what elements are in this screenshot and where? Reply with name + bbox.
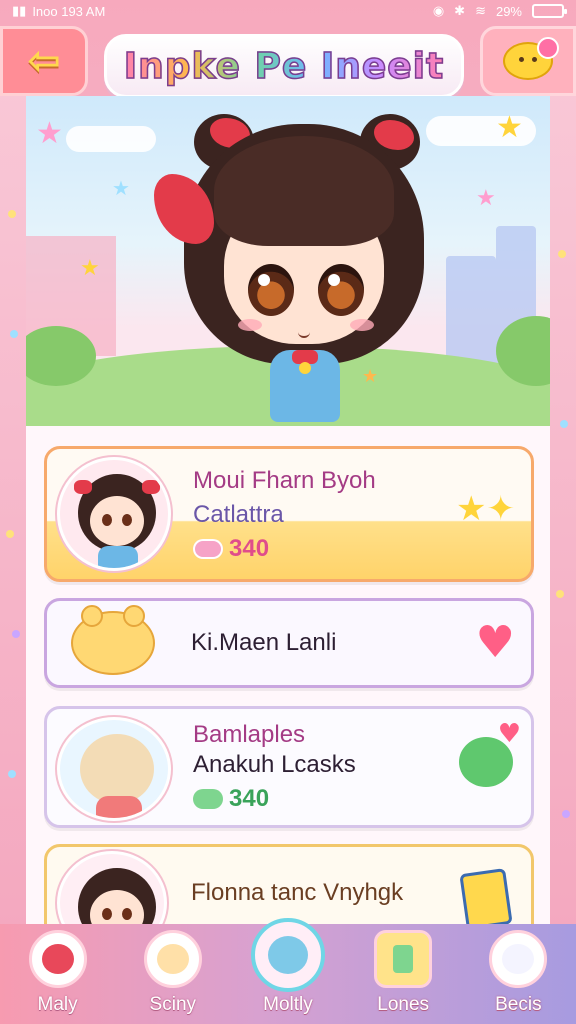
heart-icon: ♥ xyxy=(497,719,521,749)
points-text: 340 xyxy=(229,535,270,562)
decor-dot xyxy=(12,630,20,638)
list-item[interactable]: Moui Fharn Byoh Catlattra 340 ★✦ xyxy=(44,446,534,582)
hero-scene: ★ ★ ★ ★ ★ ★ xyxy=(26,96,550,426)
decor-dot xyxy=(560,420,568,428)
decor-dot xyxy=(562,810,570,818)
arrow-left-icon: ⇦ xyxy=(27,38,61,84)
decor-dot xyxy=(10,330,18,338)
list-item[interactable]: Ki.Maen Lanli ♥ xyxy=(44,598,534,688)
status-time: Inoo 193 AM xyxy=(32,3,106,19)
hamster-avatar xyxy=(71,605,155,675)
heart-icon[interactable]: ♥ xyxy=(476,617,515,668)
star-icon: ★ xyxy=(80,256,100,281)
nav-item-becis[interactable]: Becis xyxy=(468,930,568,1016)
star-icon: ★ xyxy=(36,116,63,151)
chart-icon xyxy=(374,930,433,988)
right-decor-rail xyxy=(550,90,576,934)
bluetooth-icon: ✱ xyxy=(454,3,466,18)
avatar xyxy=(57,717,171,821)
decor-dot xyxy=(8,770,16,778)
decor-dot xyxy=(6,530,14,538)
points-value: 340 xyxy=(193,785,269,813)
avatar xyxy=(57,457,171,571)
chibi-character xyxy=(154,114,434,426)
friend-list: Moui Fharn Byoh Catlattra 340 ★✦ Ki.Maen… xyxy=(26,426,550,955)
status-bar: ▮▮ Inoo 193 AM ◉ ✱ ≋ 29% xyxy=(0,0,576,22)
bottom-nav: Maly Sciny Moltly Lones Becis xyxy=(0,918,576,1024)
nav-item-moltly[interactable]: Moltly xyxy=(238,918,338,1016)
chat-button[interactable] xyxy=(480,26,576,96)
card-title: Bamlaples xyxy=(193,721,306,748)
notification-badge xyxy=(537,37,559,59)
card-subtitle: Catlattra xyxy=(193,501,284,528)
wifi-icon: ≋ xyxy=(475,3,486,18)
nav-label: Sciny xyxy=(149,994,197,1015)
card-subtitle: Anakuh Lcasks xyxy=(193,751,356,778)
signal-icon: ▮▮ xyxy=(12,3,27,18)
bunny-icon xyxy=(143,930,202,988)
nav-item-sciny[interactable]: Sciny xyxy=(123,930,223,1016)
page-title: Inpke Pe Ineeit xyxy=(123,45,445,88)
girl-avatar-icon xyxy=(28,930,87,988)
star-icon: ★ xyxy=(476,186,496,211)
cloud-decor xyxy=(66,126,156,152)
header: ⇦ Inpke Pe Ineeit xyxy=(0,24,576,98)
decor-dot xyxy=(8,210,16,218)
nav-item-maly[interactable]: Maly xyxy=(8,930,108,1016)
card-title: Moui Fharn Byoh xyxy=(193,467,376,494)
battery-icon xyxy=(532,4,567,18)
battery-percent: 29% xyxy=(495,3,522,19)
star-icon: ★ xyxy=(496,110,523,145)
star-icon: ★ xyxy=(112,176,130,200)
card-title: Ki.Maen Lanli xyxy=(191,629,337,656)
card-title: Flonna tanc Vnyhgk xyxy=(191,879,404,906)
points-value: 340 xyxy=(193,535,269,563)
nav-label: Maly xyxy=(37,994,78,1015)
nav-label: Becis xyxy=(495,994,542,1015)
blue-face-icon xyxy=(250,918,325,992)
title-plate: Inpke Pe Ineeit xyxy=(104,34,464,98)
nav-label: Moltly xyxy=(263,994,313,1015)
decor-dot xyxy=(556,590,564,598)
list-item[interactable]: Bamlaples Anakuh Lcasks 340 ♥ xyxy=(44,706,534,828)
location-icon: ◉ xyxy=(432,3,445,18)
points-text: 340 xyxy=(229,785,270,812)
book-icon[interactable] xyxy=(459,868,513,930)
nav-label: Lones xyxy=(377,994,430,1015)
left-decor-rail xyxy=(0,90,26,934)
pink-cloud-icon xyxy=(193,539,223,559)
back-button[interactable]: ⇦ xyxy=(0,26,88,96)
decor-dot xyxy=(558,250,566,258)
nav-item-lones[interactable]: Lones xyxy=(353,930,453,1016)
sparkle-stars-icon: ★✦ xyxy=(456,489,515,529)
ghost-icon xyxy=(489,930,548,988)
green-cloud-icon xyxy=(193,789,223,809)
